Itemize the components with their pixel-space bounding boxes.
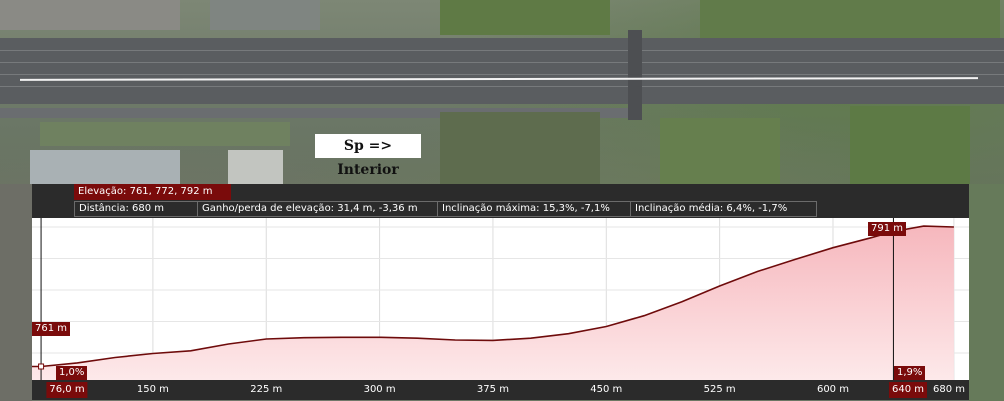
highway bbox=[0, 38, 1004, 104]
left-cursor-point[interactable] bbox=[38, 363, 45, 370]
elevation-profile-panel[interactable]: Elevação: 761, 772, 792 m Distância: 680… bbox=[32, 184, 969, 400]
terrain-right bbox=[969, 184, 1004, 401]
route-caption-label: Sp => Interior bbox=[315, 134, 421, 178]
green-area bbox=[700, 0, 1000, 40]
avg-slope-stat: Inclinação média: 6,4%, -1,7% bbox=[635, 203, 788, 214]
terrain-left bbox=[0, 184, 32, 401]
building-block bbox=[0, 0, 180, 30]
overpass bbox=[628, 30, 642, 120]
building-block bbox=[228, 150, 283, 184]
right-elevation-label: 791 m bbox=[868, 222, 907, 236]
x-tick-label: 450 m bbox=[590, 384, 623, 395]
x-tick-label: 600 m bbox=[816, 384, 849, 395]
elevation-gain-stat: Ganho/perda de elevação: 31,4 m, -3,36 m bbox=[198, 202, 438, 216]
right-cursor-distance: 640 m bbox=[888, 382, 928, 398]
distance-stat: Distância: 680 m bbox=[75, 202, 198, 216]
left-cursor-distance: 76,0 m bbox=[46, 382, 88, 398]
left-elevation-label: 761 m bbox=[32, 322, 71, 336]
green-area bbox=[440, 112, 600, 184]
elevation-summary: Elevação: 761, 772, 792 m bbox=[74, 184, 231, 200]
right-slope-label: 1,9% bbox=[894, 366, 926, 380]
x-tick-label: 300 m bbox=[363, 384, 396, 395]
green-area bbox=[40, 122, 290, 146]
left-slope-label: 1,0% bbox=[56, 366, 88, 380]
elevation-chart-svg[interactable] bbox=[32, 218, 969, 380]
x-tick-label: 225 m bbox=[250, 384, 283, 395]
x-tick-label: 525 m bbox=[703, 384, 736, 395]
elevation-chart[interactable]: 761 m 1,0% 791 m 1,9% bbox=[32, 218, 969, 380]
green-area bbox=[850, 106, 970, 184]
x-tick-label: 375 m bbox=[476, 384, 509, 395]
x-axis-bar: 680 m 600 m 525 m 450 m 375 m 300 m 225 m 150 m… bbox=[32, 380, 969, 400]
elevation-header: Elevação: 761, 772, 792 m Distância: 680… bbox=[32, 184, 969, 218]
green-area bbox=[660, 118, 780, 184]
max-slope-stat: Inclinação máxima: 15,3%, -7,1% bbox=[438, 202, 631, 216]
x-tick-label: 680 m bbox=[932, 384, 966, 395]
stats-row: Distância: 680 m Ganho/perda de elevação… bbox=[74, 201, 817, 217]
building-block bbox=[30, 150, 180, 184]
x-tick-label: 150 m bbox=[136, 384, 169, 395]
green-area bbox=[440, 0, 610, 35]
building-block bbox=[210, 0, 320, 30]
